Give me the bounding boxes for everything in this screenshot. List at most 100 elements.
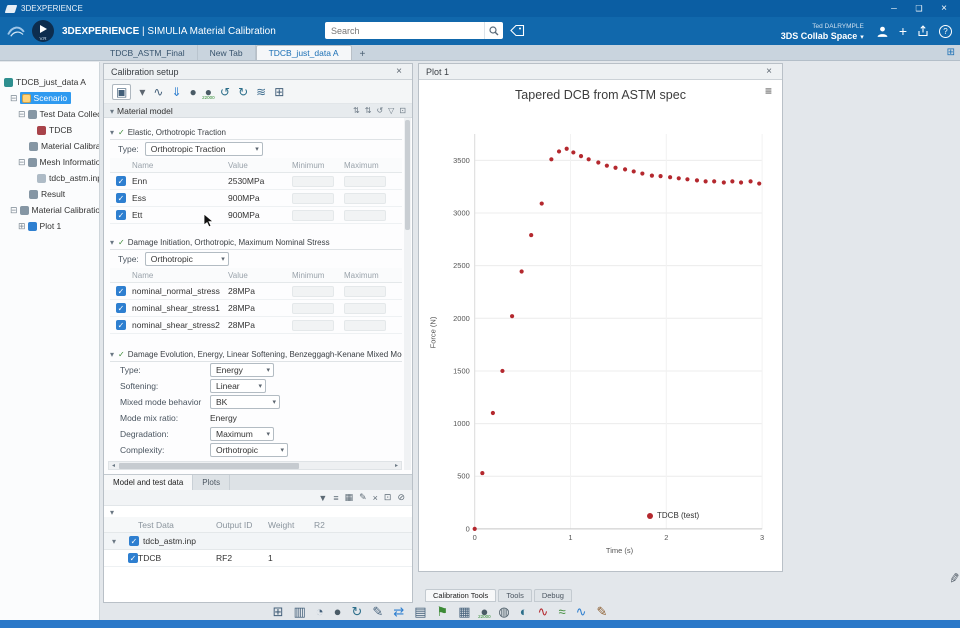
material-model-bar[interactable]: Material model ⇅ ⇅ ↺ ▽ ⊡ <box>104 104 412 118</box>
scrollbar-thumb[interactable] <box>119 462 299 469</box>
tab-calibration-tools[interactable]: Calibration Tools <box>425 589 497 602</box>
complexity-select[interactable]: Orthotropic <box>210 443 288 457</box>
close-button[interactable] <box>934 2 954 16</box>
minimum-input[interactable] <box>292 302 334 314</box>
new-tab-button[interactable]: + <box>352 49 374 60</box>
help-icon[interactable] <box>939 24 952 38</box>
tab-tdcb-just-data-a[interactable]: TDCB_just_data A <box>255 45 352 60</box>
view-mode-selector-icon[interactable]: ▣ <box>112 83 132 100</box>
tree-item-material-calibration-2[interactable]: Material Calibration <box>0 202 99 218</box>
param-value[interactable]: 2530MPa <box>228 176 292 186</box>
tab-debug[interactable]: Debug <box>533 589 572 602</box>
row-checkbox[interactable] <box>128 553 138 563</box>
initiation-type-select[interactable]: Orthotropic <box>144 252 229 266</box>
curves-green-icon[interactable]: ≈ <box>558 603 565 619</box>
row-checkbox[interactable] <box>116 210 126 220</box>
plot-tab-label[interactable]: Plot 1 <box>426 67 449 77</box>
table-icon[interactable]: ⊞ <box>273 603 284 619</box>
minimum-input[interactable] <box>292 175 334 187</box>
tree-item-result[interactable]: Result <box>0 186 99 202</box>
flag-icon[interactable]: ⚑ <box>437 603 449 619</box>
delete-icon[interactable]: ⊘ <box>397 492 405 503</box>
collapse-icon[interactable] <box>112 536 119 546</box>
import-data-icon[interactable]: ⇓ <box>171 84 181 100</box>
remove-icon[interactable]: × <box>373 493 378 503</box>
compass-play-icon[interactable]: V.R <box>32 20 54 42</box>
evolution-type-select[interactable]: Energy <box>210 363 274 377</box>
vertical-scrollbar[interactable] <box>404 118 411 470</box>
mixed-mode-behavior-select[interactable]: BK <box>210 395 280 409</box>
mesh-sphere-icon[interactable]: ● <box>190 84 197 100</box>
row-checkbox[interactable] <box>129 536 140 546</box>
row-checkbox[interactable] <box>116 303 126 313</box>
tab-new-tab[interactable]: New Tab <box>198 45 256 60</box>
minimum-input[interactable] <box>292 319 334 331</box>
add-content-icon[interactable] <box>899 23 907 39</box>
minimum-input[interactable] <box>292 209 334 221</box>
sort-ascending-icon[interactable]: ⇅ <box>353 106 360 115</box>
minimum-input[interactable] <box>292 192 334 204</box>
search-input[interactable] <box>325 22 484 39</box>
param-value[interactable]: 28MPa <box>228 303 292 313</box>
weight-value[interactable]: 1 <box>268 553 314 563</box>
create-plot-icon[interactable]: ≋ <box>256 84 266 100</box>
globe-icon[interactable]: ◐ <box>520 603 528 619</box>
gauge-icon[interactable]: ◔ <box>316 603 324 619</box>
expander-icon[interactable] <box>10 206 18 215</box>
mesh-count-icon[interactable]: ● 22000 <box>478 603 491 619</box>
matrix-icon[interactable]: ▦ <box>458 603 470 619</box>
reset-icon[interactable]: ↺ <box>376 106 383 115</box>
row-checkbox[interactable] <box>116 286 126 296</box>
report-icon[interactable]: ▤ <box>414 603 426 619</box>
tree-item-scenario[interactable]: Scenario <box>0 90 99 106</box>
tab-tdcb-astm-final[interactable]: TDCB_ASTM_Final <box>98 45 198 60</box>
output-id[interactable]: RF2 <box>216 553 268 563</box>
param-value[interactable]: 28MPa <box>228 286 292 296</box>
row-checkbox[interactable] <box>116 176 126 186</box>
softening-select[interactable]: Linear <box>210 379 266 393</box>
collapse-icon[interactable] <box>110 238 117 247</box>
collapse-icon[interactable] <box>110 350 117 359</box>
maximum-input[interactable] <box>344 209 386 221</box>
minimize-button[interactable] <box>884 2 904 16</box>
transfer-icon[interactable]: ⇄ <box>393 603 404 619</box>
minimum-input[interactable] <box>292 285 334 297</box>
elastic-type-select[interactable]: Orthotropic Traction <box>144 142 263 156</box>
tree-item-test-data-collector[interactable]: Test Data Collector... <box>0 106 99 122</box>
expander-icon[interactable] <box>18 110 26 119</box>
sort-descending-icon[interactable]: ⇅ <box>365 106 372 115</box>
plot-tool-icon[interactable]: ∿ <box>153 84 163 100</box>
maximum-input[interactable] <box>344 319 386 331</box>
share-icon[interactable] <box>917 25 929 37</box>
filter-icon[interactable]: ▼ <box>318 493 327 503</box>
tree-item-plot-1[interactable]: Plot 1 <box>0 218 99 234</box>
tab-plots[interactable]: Plots <box>193 475 231 490</box>
tree-item-mesh-information[interactable]: Mesh Information C... <box>0 154 99 170</box>
param-value[interactable]: 28MPa <box>228 320 292 330</box>
sphere-icon[interactable]: ● <box>334 603 342 619</box>
expander-icon[interactable] <box>18 158 26 167</box>
expander-icon[interactable] <box>18 222 26 231</box>
maximum-input[interactable] <box>344 175 386 187</box>
param-value[interactable]: 900MPa <box>228 210 292 220</box>
sphere2-icon[interactable]: ◍ <box>498 603 509 619</box>
redo-icon[interactable]: ↻ <box>238 84 248 100</box>
refresh-icon[interactable]: ↻ <box>352 603 363 619</box>
edit-icon[interactable]: ✎ <box>359 492 367 503</box>
row-checkbox[interactable] <box>116 320 126 330</box>
collapse-icon[interactable] <box>110 507 117 517</box>
tree-item-material-calibration[interactable]: Material Calibration <box>0 138 99 154</box>
row-checkbox[interactable] <box>116 193 126 203</box>
scroll-right-icon[interactable] <box>392 462 401 469</box>
curve-blue-icon[interactable]: ∿ <box>576 603 587 619</box>
collapse-icon[interactable] <box>110 106 117 116</box>
collapse-icon[interactable] <box>110 128 117 137</box>
draw-curve-icon[interactable]: ✎ <box>597 603 608 619</box>
close-icon[interactable] <box>393 66 405 77</box>
restore-panels-icon[interactable]: ⊞ <box>947 47 955 58</box>
curve-red-icon[interactable]: ∿ <box>538 603 549 619</box>
maximum-input[interactable] <box>344 302 386 314</box>
grid-icon[interactable]: ▦ <box>345 492 354 503</box>
tree-item-root[interactable]: TDCB_just_data A <box>0 74 99 90</box>
list-icon[interactable]: ≡ <box>333 493 338 503</box>
